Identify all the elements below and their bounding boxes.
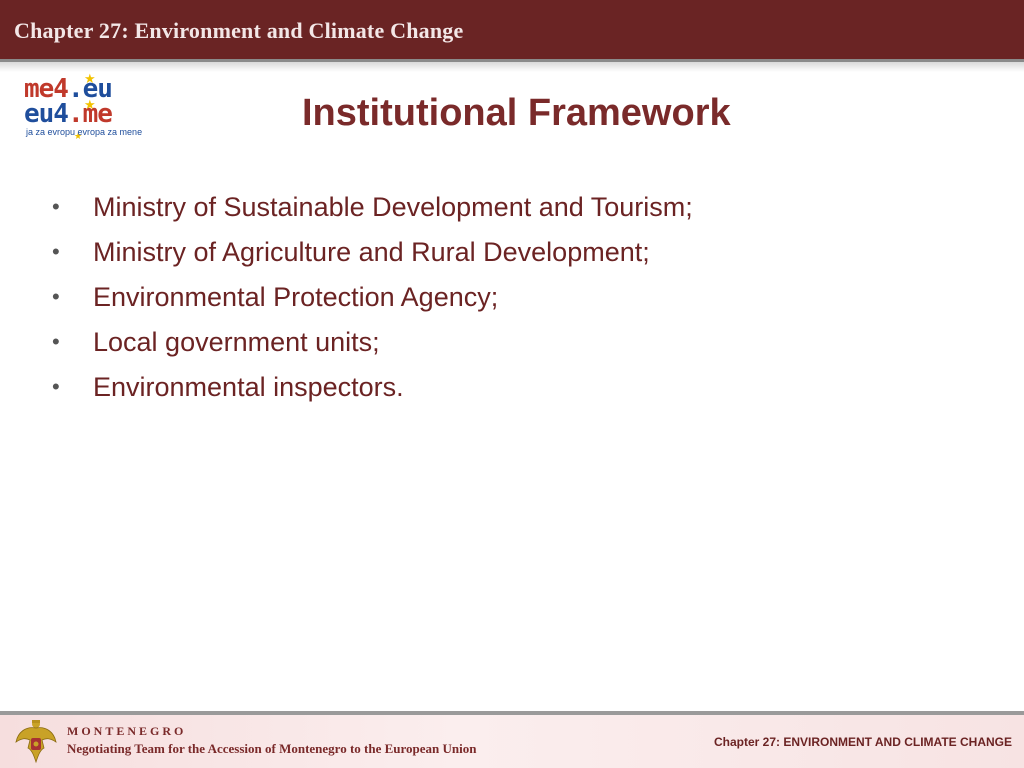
star-icon: ★ [84,97,96,112]
bullet-text: Environmental Protection Agency; [93,282,499,312]
bullet-icon: • [52,374,60,399]
footer-bar: MONTENEGRO Negotiating Team for the Acce… [0,715,1024,768]
bullet-text: Environmental inspectors. [93,372,404,402]
header-shadow [0,62,1024,72]
footer-team: Negotiating Team for the Accession of Mo… [67,741,477,756]
logo-tagline: ja za evropu evropa za mene [26,127,143,137]
me4eu-logo: me4.eu eu4.me ★ ★ ★ ja za evropu evropa … [24,71,174,146]
logo-line-2: eu4.me [24,99,113,129]
header-bar: Chapter 27: Environment and Climate Chan… [0,0,1024,62]
star-icon: ★ [84,71,96,86]
bullet-text: Local government units; [93,327,380,357]
coat-of-arms-icon [15,720,57,764]
footer-chapter: Chapter 27: ENVIRONMENT AND CLIMATE CHAN… [713,735,1012,749]
slide-title: Institutional Framework [302,92,731,134]
bullet-icon: • [52,239,60,264]
bullet-icon: • [52,284,60,309]
header-title: Chapter 27: Environment and Climate Chan… [14,18,464,43]
bullet-text: Ministry of Sustainable Development and … [93,192,693,222]
footer-country: MONTENEGRO [67,724,187,738]
bullet-icon: • [52,194,60,219]
logo-text-eu4: eu4 [24,99,69,129]
bullet-text: Ministry of Agriculture and Rural Develo… [93,237,650,267]
bullet-icon: • [52,329,60,354]
